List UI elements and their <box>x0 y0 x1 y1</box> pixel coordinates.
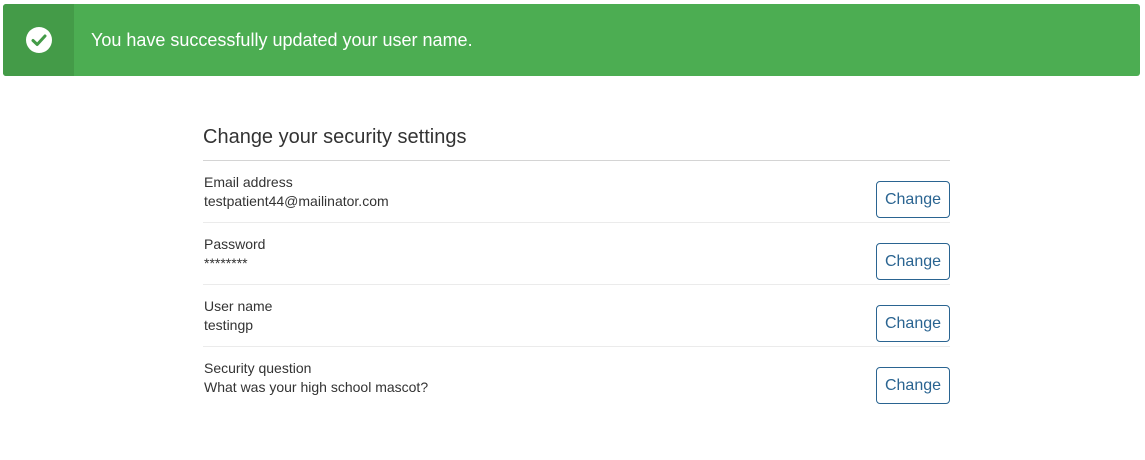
alert-icon-container <box>3 4 74 76</box>
settings-row-email: Email address testpatient44@mailinator.c… <box>203 161 950 223</box>
username-value: testingp <box>204 317 254 333</box>
settings-row-username: User name testingp Change <box>203 285 950 347</box>
email-value: testpatient44@mailinator.com <box>204 193 389 209</box>
password-value: ******** <box>204 255 248 271</box>
panel-title: Change your security settings <box>203 114 950 161</box>
change-password-button[interactable]: Change <box>876 243 950 280</box>
settings-row-security-question: Security question What was your high sch… <box>203 347 950 409</box>
change-security-question-button[interactable]: Change <box>876 367 950 404</box>
username-label: User name <box>204 298 273 314</box>
change-email-button[interactable]: Change <box>876 181 950 218</box>
email-label: Email address <box>204 174 293 190</box>
security-question-label: Security question <box>204 360 312 376</box>
change-username-button[interactable]: Change <box>876 305 950 342</box>
security-settings-panel: Change your security settings Email addr… <box>203 114 950 409</box>
success-alert: You have successfully updated your user … <box>3 4 1140 76</box>
check-circle-icon <box>25 27 52 53</box>
alert-message: You have successfully updated your user … <box>91 29 473 50</box>
security-question-value: What was your high school mascot? <box>204 379 429 395</box>
settings-row-password: Password ******** Change <box>203 223 950 285</box>
password-label: Password <box>204 236 266 252</box>
